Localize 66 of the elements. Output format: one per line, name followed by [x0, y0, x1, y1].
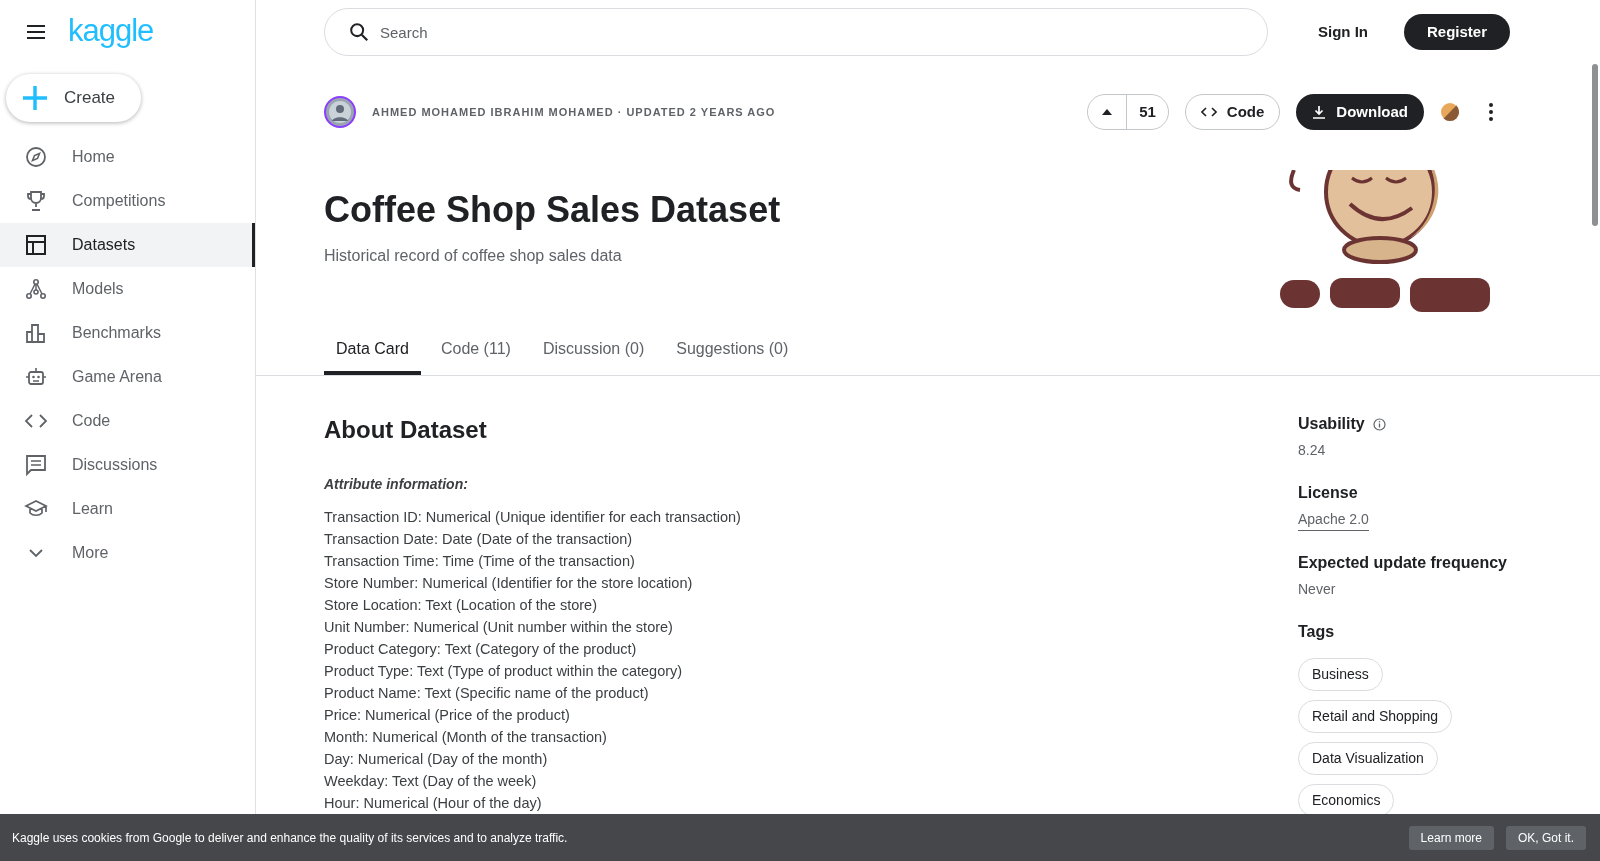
- cookie-button[interactable]: Learn more: [1408, 825, 1494, 850]
- sidebar-item[interactable]: Benchmarks: [0, 311, 255, 355]
- plus-icon: [22, 85, 48, 111]
- tab[interactable]: Discussion (0): [530, 327, 657, 375]
- sidebar-item[interactable]: More: [0, 531, 255, 575]
- sidebar-item[interactable]: Learn: [0, 487, 255, 531]
- attribute-line: Day: Numerical (Day of the month): [324, 750, 549, 769]
- license-link[interactable]: Apache 2.0: [1298, 509, 1369, 531]
- sidebar-item[interactable]: Code: [0, 399, 255, 443]
- code-icon: [1200, 107, 1217, 117]
- tags-label: Tags: [1298, 622, 1336, 642]
- attribute-line: Product Type: Text (Type of product within the category): [324, 662, 684, 681]
- trophy-icon: [24, 189, 48, 213]
- search-icon: [348, 21, 370, 43]
- attribute-line: Weekday: Text (Day of the week): [324, 772, 538, 791]
- author-byline: AHMED MOHAMED IBRAHIM MOHAMED · UPDATED 2 YEARS AGO: [372, 104, 776, 120]
- bar-chart-icon: [24, 321, 48, 345]
- tab[interactable]: Data Card: [324, 327, 421, 375]
- avatar[interactable]: [324, 96, 356, 128]
- vote-count: 51: [1126, 95, 1168, 129]
- dataset-subtitle: Historical record of coffee shop sales data: [324, 246, 623, 266]
- attribute-line: Store Location: Text (Location of the store): [324, 596, 598, 615]
- cookie-button[interactable]: OK, Got it.: [1506, 825, 1586, 850]
- attribute-heading: Attribute information:: [324, 475, 469, 494]
- more-options-icon[interactable]: [1488, 102, 1494, 122]
- attribute-line: Transaction Date: Date (Date of the transaction): [324, 530, 634, 549]
- sign-in-button[interactable]: Sign In: [1303, 12, 1382, 52]
- sidebar-item[interactable]: Game Arena: [0, 355, 255, 399]
- frequency-label: Expected update frequency: [1298, 553, 1508, 573]
- attribute-line: Product Name: Text (Specific name of the product): [324, 684, 650, 703]
- attribute-line: Product Category: Text (Category of the product): [324, 640, 638, 659]
- attribute-line: Unit Number: Numerical (Unit number within the store): [324, 618, 674, 637]
- sidebar-item[interactable]: Discussions: [0, 443, 255, 487]
- register-button[interactable]: Register: [1403, 14, 1510, 50]
- sidebar-item[interactable]: Competitions: [0, 179, 255, 223]
- attribute-line: Transaction ID: Numerical (Unique identifier for each transaction): [324, 508, 742, 527]
- cookie-message: Kaggle uses cookies from Google to deliver and enhance the quality of its services and to analyze traffic.: [12, 829, 568, 847]
- info-icon[interactable]: [1372, 417, 1386, 431]
- section-heading: About Dataset: [324, 415, 488, 445]
- attribute-line: Price: Numerical (Price of the product): [324, 706, 571, 725]
- compass-icon: [24, 145, 48, 169]
- frequency-value: Never: [1298, 580, 1337, 599]
- attribute-line: Store Number: Numerical (Identifier for the store location): [324, 574, 694, 593]
- attribute-line: Hour: Numerical (Hour of the day): [324, 794, 543, 813]
- dataset-title: Coffee Shop Sales Dataset: [324, 188, 781, 232]
- download-button[interactable]: Download: [1296, 94, 1424, 130]
- table-icon: [24, 233, 48, 257]
- usability-score: 8.24: [1298, 441, 1327, 460]
- create-button[interactable]: Create: [6, 74, 142, 122]
- attribute-line: Month: Numerical (Month of the transaction): [324, 728, 608, 747]
- person-icon: [329, 101, 351, 123]
- upvote-icon[interactable]: [1102, 109, 1113, 115]
- search-field[interactable]: Search: [324, 8, 1268, 56]
- sidebar-item[interactable]: Models: [0, 267, 255, 311]
- dataset-thumbnail-icon: [1440, 102, 1460, 122]
- license-label: License: [1298, 483, 1359, 503]
- scrollbar[interactable]: [1592, 64, 1598, 226]
- attribute-line: Transaction Time: Time (Time of the transaction): [324, 552, 636, 571]
- chat-icon: [24, 453, 48, 477]
- usability-label: Usability: [1298, 414, 1365, 434]
- sidebar-item[interactable]: Datasets: [0, 223, 255, 267]
- tab[interactable]: Code (11): [428, 327, 523, 375]
- tab[interactable]: Suggestions (0): [664, 327, 801, 375]
- download-icon: [1312, 105, 1327, 119]
- sidebar-item[interactable]: Home: [0, 135, 255, 179]
- network-icon: [24, 277, 48, 301]
